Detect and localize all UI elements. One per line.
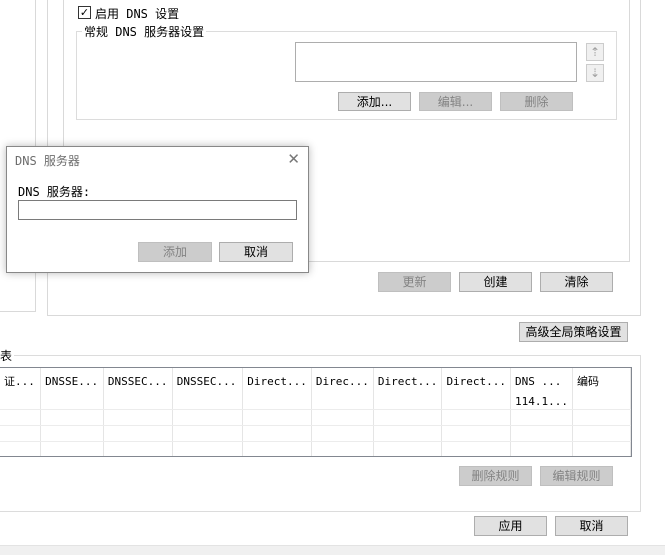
update-button[interactable]: 更新	[378, 272, 451, 292]
table-row[interactable]	[0, 409, 631, 426]
move-down-icon[interactable]: ⇣	[586, 64, 604, 82]
dns-server-cell: 114.1...	[510, 394, 574, 410]
close-icon[interactable]: ✕	[287, 150, 300, 168]
column-header[interactable]: Direct...	[441, 368, 512, 394]
dialog-cancel-button[interactable]: 取消	[219, 242, 293, 262]
table-row[interactable]: 114.1...	[0, 394, 631, 410]
dns-server-list[interactable]	[295, 42, 577, 82]
apply-button[interactable]: 应用	[474, 516, 547, 536]
cancel-button[interactable]: 取消	[555, 516, 628, 536]
table-row[interactable]	[0, 441, 631, 456]
rules-table-group-label: 表	[0, 347, 15, 364]
dns-server-input[interactable]	[18, 200, 297, 220]
column-header[interactable]: DNSSEC...	[103, 368, 173, 394]
column-header[interactable]: 编码	[572, 368, 631, 394]
create-button[interactable]: 创建	[459, 272, 532, 292]
column-header[interactable]: DNSSE...	[40, 368, 104, 394]
checkmark-icon: ✓	[79, 6, 90, 19]
dialog-title: DNS 服务器	[15, 154, 80, 168]
dns-delete-button[interactable]: 删除	[500, 92, 573, 111]
dialog-add-button[interactable]: 添加	[138, 242, 212, 262]
dns-server-field-label: DNS 服务器:	[18, 185, 91, 199]
edit-rule-button[interactable]: 编辑规则	[540, 466, 613, 486]
rules-table[interactable]: 证... DNSSE... DNSSEC... DNSSEC... Direct…	[0, 367, 632, 457]
column-header[interactable]: 证...	[0, 368, 42, 394]
enable-dns-label: 启用 DNS 设置	[95, 7, 180, 21]
general-dns-group-label: 常规 DNS 服务器设置	[82, 23, 207, 40]
clear-button[interactable]: 清除	[540, 272, 613, 292]
advanced-global-policy-button[interactable]: 高级全局策略设置	[519, 322, 628, 342]
column-header[interactable]: DNS ...	[510, 368, 574, 394]
dns-add-button[interactable]: 添加...	[338, 92, 411, 111]
table-row[interactable]	[0, 425, 631, 442]
column-header[interactable]: Direct...	[242, 368, 312, 394]
move-up-icon[interactable]: ⇡	[586, 43, 604, 61]
table-header-row: 证... DNSSE... DNSSEC... DNSSEC... Direct…	[0, 368, 631, 394]
column-header[interactable]: Direct...	[373, 368, 443, 394]
dns-server-dialog: DNS 服务器 ✕ DNS 服务器: 添加 取消	[6, 146, 309, 273]
column-header[interactable]: DNSSEC...	[172, 368, 244, 394]
dns-edit-button[interactable]: 编辑...	[419, 92, 492, 111]
column-header[interactable]: Direc...	[311, 368, 374, 394]
enable-dns-checkbox[interactable]: ✓	[78, 6, 91, 19]
delete-rule-button[interactable]: 删除规则	[459, 466, 532, 486]
